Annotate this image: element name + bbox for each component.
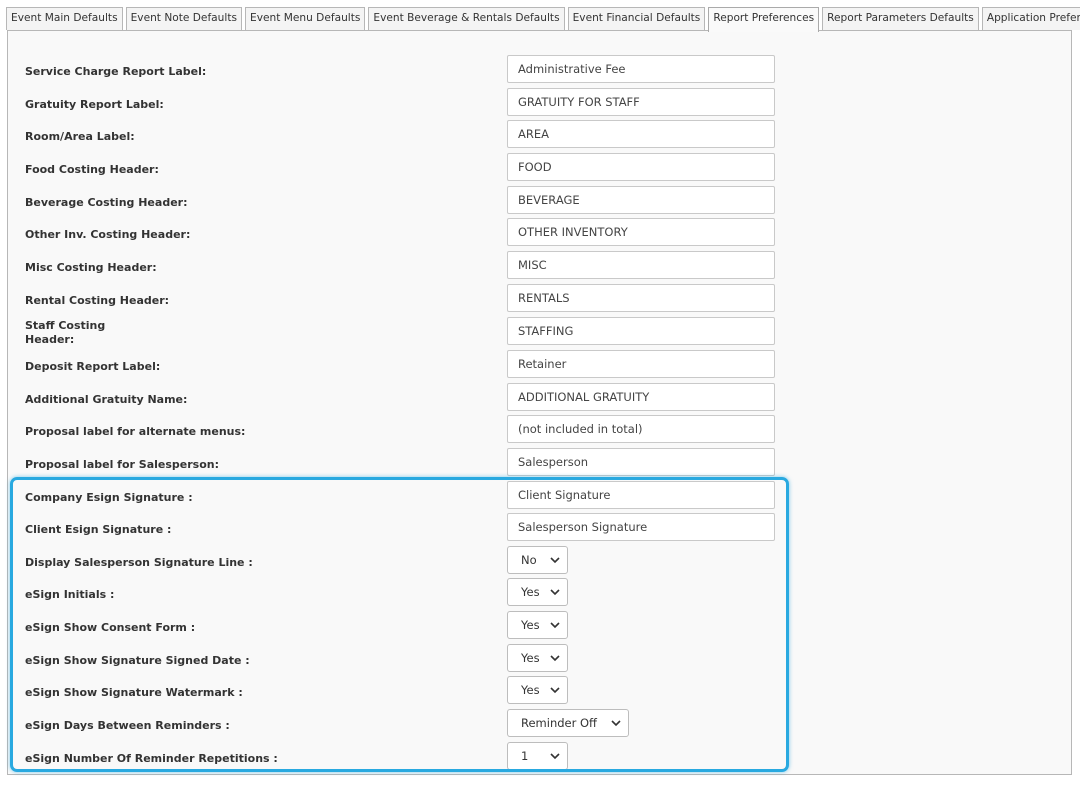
form-row-other-inv-costing-header: Other Inv. Costing Header: [8,218,1071,252]
form-row-gratuity-label: Gratuity Report Label: [8,88,1071,122]
display-salesperson-signature-line-select[interactable]: No [507,546,568,574]
form-row-service-charge-label: Service Charge Report Label: [8,55,1071,89]
form-row-client-esign-signature: Client Esign Signature : [8,513,1071,547]
chevron-down-icon [550,687,560,694]
tab-report-preferences[interactable]: Report Preferences [708,7,820,32]
alternate-menus-input[interactable] [507,415,775,443]
select-value: Yes [521,585,540,599]
form-row-misc-costing-header: Misc Costing Header: [8,251,1071,285]
form-row-esign-number-of-reminder-repetitions: eSign Number Of Reminder Repetitions : 1 [8,742,1071,776]
staff-costing-header-label: Staff Costing Header: [25,319,106,346]
display-salesperson-signature-line-label: Display Salesperson Signature Line : [25,556,253,569]
esign-show-signature-signed-date-select[interactable]: Yes [507,644,568,672]
food-costing-header-label: Food Costing Header: [25,163,159,176]
chevron-down-icon [550,589,560,596]
client-esign-signature-label: Client Esign Signature : [25,523,172,536]
staff-costing-header-input[interactable] [507,317,775,345]
form-row-esign-show-signature-signed-date: eSign Show Signature Signed Date : Yes [8,644,1071,678]
select-value: Yes [521,618,540,632]
tab-event-financial-defaults[interactable]: Event Financial Defaults [567,7,706,30]
beverage-costing-header-input[interactable] [507,186,775,214]
chevron-down-icon [550,655,560,662]
esign-days-between-reminders-label: eSign Days Between Reminders : [25,719,230,732]
beverage-costing-header-label: Beverage Costing Header: [25,196,188,209]
service-charge-input[interactable] [507,55,775,83]
company-esign-signature-input[interactable] [507,481,775,509]
deposit-report-label: Deposit Report Label: [25,360,161,373]
gratuity-label: Gratuity Report Label: [25,98,164,111]
form-row-display-salesperson-signature-line: Display Salesperson Signature Line : No [8,546,1071,580]
select-value: 1 [521,749,529,763]
service-charge-label: Service Charge Report Label: [25,65,207,78]
esign-initials-label: eSign Initials : [25,588,115,601]
additional-gratuity-name-label: Additional Gratuity Name: [25,393,188,406]
form-row-salesperson-label: Proposal label for Salesperson: [8,448,1071,482]
esign-show-consent-form-label: eSign Show Consent Form : [25,621,196,634]
alternate-menus-label: Proposal label for alternate menus: [25,425,246,438]
select-value: Reminder Off [521,716,597,730]
tab-event-menu-defaults[interactable]: Event Menu Defaults [245,7,366,30]
esign-initials-select[interactable]: Yes [507,578,568,606]
select-value: Yes [521,651,540,665]
gratuity-input[interactable] [507,88,775,116]
form-row-esign-days-between-reminders: eSign Days Between Reminders : Reminder … [8,709,1071,743]
form-row-alternate-menus-label: Proposal label for alternate menus: [8,415,1071,449]
form-row-room-area-label: Room/Area Label: [8,120,1071,154]
rental-costing-header-label: Rental Costing Header: [25,294,170,307]
other-inv-costing-header-label: Other Inv. Costing Header: [25,228,191,241]
tab-bar: Event Main Defaults Event Note Defaults … [6,7,1080,32]
tab-event-beverage-rentals-defaults[interactable]: Event Beverage & Rentals Defaults [368,7,565,30]
form-row-staff-costing-header: Staff Costing Header: [8,317,1071,351]
client-esign-signature-input[interactable] [507,513,775,541]
salesperson-input[interactable] [507,448,775,476]
tab-report-parameters-defaults[interactable]: Report Parameters Defaults [822,7,979,30]
form-row-beverage-costing-header: Beverage Costing Header: [8,186,1071,220]
tab-event-main-defaults[interactable]: Event Main Defaults [6,7,123,30]
deposit-report-input[interactable] [507,350,775,378]
misc-costing-header-label: Misc Costing Header: [25,261,157,274]
form-row-food-costing-header: Food Costing Header: [8,153,1071,187]
salesperson-label: Proposal label for Salesperson: [25,458,219,471]
form-row-esign-show-signature-watermark: eSign Show Signature Watermark : Yes [8,676,1071,710]
tab-event-note-defaults[interactable]: Event Note Defaults [125,7,242,30]
form-row-esign-initials: eSign Initials : Yes [8,578,1071,612]
form-row-company-esign-signature: Company Esign Signature : [8,481,1071,515]
esign-number-of-reminder-repetitions-select[interactable]: 1 [507,742,568,770]
misc-costing-header-input[interactable] [507,251,775,279]
chevron-down-icon [550,622,560,629]
room-area-input[interactable] [507,120,775,148]
form-row-rental-costing-header: Rental Costing Header: [8,284,1071,318]
select-value: No [521,553,537,567]
company-esign-signature-label: Company Esign Signature : [25,491,193,504]
esign-number-of-reminder-repetitions-label: eSign Number Of Reminder Repetitions : [25,752,278,765]
chevron-down-icon [611,720,621,727]
chevron-down-icon [550,557,560,564]
other-inv-costing-header-input[interactable] [507,218,775,246]
food-costing-header-input[interactable] [507,153,775,181]
esign-days-between-reminders-select[interactable]: Reminder Off [507,709,629,737]
esign-show-signature-signed-date-label: eSign Show Signature Signed Date : [25,654,250,667]
form-row-deposit-report-label: Deposit Report Label: [8,350,1071,384]
esign-show-signature-watermark-select[interactable]: Yes [507,676,568,704]
room-area-label: Room/Area Label: [25,130,135,143]
esign-show-consent-form-select[interactable]: Yes [507,611,568,639]
report-preferences-panel: Service Charge Report Label: Gratuity Re… [7,30,1072,775]
additional-gratuity-name-input[interactable] [507,383,775,411]
form-row-esign-show-consent-form: eSign Show Consent Form : Yes [8,611,1071,645]
select-value: Yes [521,683,540,697]
chevron-down-icon [550,753,560,760]
rental-costing-header-input[interactable] [507,284,775,312]
form-row-additional-gratuity-name: Additional Gratuity Name: [8,383,1071,417]
esign-show-signature-watermark-label: eSign Show Signature Watermark : [25,686,243,699]
tab-application-preferences[interactable]: Application Preferences [981,7,1080,30]
